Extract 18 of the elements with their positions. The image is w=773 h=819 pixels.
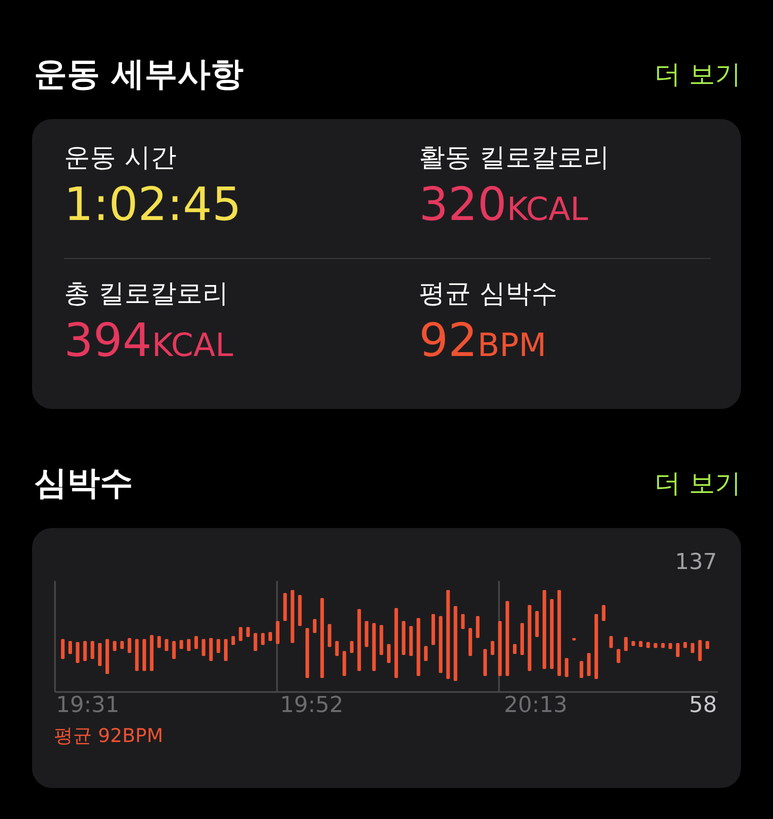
section-title: 운동 세부사항 [34, 53, 244, 95]
metric-label: 활동 킬로칼로리 [419, 142, 610, 175]
metric-label: 총 킬로칼로리 [64, 278, 230, 310]
more-link[interactable]: 더 보기 [654, 466, 741, 501]
metric-value: 1:02:45 [64, 176, 242, 233]
average-label: 평균 92BPM [54, 724, 164, 749]
time-label: 19:31 [55, 693, 120, 720]
metric-label: 평균 심박수 [419, 278, 558, 310]
metric-value: 92 BPM [419, 312, 548, 368]
time-label: 20:13 [503, 693, 568, 720]
metric-value: 394KCAL [64, 312, 234, 368]
min-label: 58 [689, 693, 717, 720]
metric-label: 운동 시간 [64, 142, 178, 175]
max-label: 137 [675, 550, 717, 575]
section-title: 심박수 [34, 462, 133, 504]
more-link[interactable]: 더 보기 [654, 57, 741, 92]
time-label: 19:52 [279, 693, 344, 720]
metric-value: 320KCAL [419, 176, 590, 233]
